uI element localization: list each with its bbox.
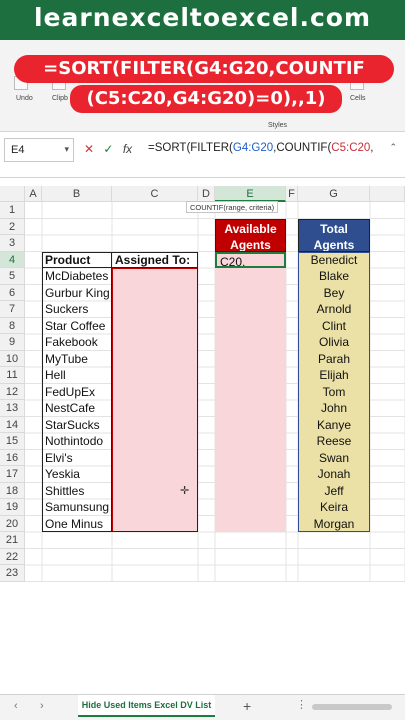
fx-icon[interactable]: fx [123, 142, 132, 156]
row-header-22[interactable]: 22 [0, 548, 25, 565]
cancel-icon[interactable]: ✕ [84, 142, 94, 156]
row-header-23[interactable]: 23 [0, 565, 25, 582]
ribbon-styles-label: Styles [268, 122, 288, 129]
add-sheet-button[interactable]: + [243, 698, 251, 714]
row-header-1[interactable]: 1 [0, 202, 25, 219]
row-header-3[interactable]: 3 [0, 235, 25, 252]
formula-actions: ✕ ✓ fx [84, 142, 132, 156]
row-header-4[interactable]: 4 [0, 251, 25, 268]
formula-bar: E4 ▾ ✕ ✓ fx =SORT(FILTER(G4:G20,COUNTIF(… [0, 134, 405, 178]
agent-cell[interactable]: Arnold [298, 301, 370, 318]
product-cell[interactable]: NestCafe [45, 400, 111, 417]
horizontal-scrollbar[interactable] [312, 704, 392, 710]
row-header-10[interactable]: 10 [0, 350, 25, 367]
select-all-corner[interactable] [0, 186, 25, 202]
agent-cell[interactable]: Blake [298, 268, 370, 285]
ribbon-cells-label: Cells [350, 95, 366, 102]
agent-cell[interactable]: Clint [298, 318, 370, 335]
product-header: Product [45, 252, 91, 267]
row-header-16[interactable]: 16 [0, 449, 25, 466]
assigned-to-header: Assigned To: [115, 252, 191, 267]
row-header-2[interactable]: 2 [0, 218, 25, 235]
formula-caption-line2: (C5:C20,G4:G20)=0),,1) [70, 85, 342, 113]
product-cell[interactable]: Suckers [45, 301, 111, 318]
product-cell[interactable]: Elvi's [45, 450, 111, 467]
ribbon-clipboard-label: Clipb [52, 95, 68, 102]
row-header-20[interactable]: 20 [0, 515, 25, 532]
row-header-17[interactable]: 17 [0, 466, 25, 483]
agent-cell[interactable]: Elijah [298, 367, 370, 384]
agent-cell[interactable]: Keira [298, 499, 370, 516]
more-options-icon[interactable]: ⋮ [296, 698, 307, 711]
row-header-13[interactable]: 13 [0, 400, 25, 417]
name-box[interactable]: E4 ▾ [4, 138, 74, 162]
row-header-12[interactable]: 12 [0, 383, 25, 400]
formula-input[interactable]: =SORT(FILTER(G4:G20,COUNTIF(C5:C20, [148, 142, 374, 154]
product-cell[interactable]: StarSucks [45, 417, 111, 434]
product-cell[interactable]: Gurbur King [45, 285, 111, 302]
sheet-tab-bar: ‹ › Hide Used Items Excel DV List + ⋮ [0, 694, 405, 720]
cell-cursor-icon: ✛ [180, 484, 190, 497]
column-header-b[interactable]: B [42, 186, 112, 202]
column-header-f[interactable]: F [286, 186, 298, 202]
row-header-8[interactable]: 8 [0, 317, 25, 334]
active-cell-e4[interactable]: C20, [215, 251, 286, 268]
product-cell[interactable]: Star Coffee [45, 318, 111, 335]
banner-text: learnexceltoexcel.com [33, 3, 372, 32]
product-cell[interactable]: MyTube [45, 351, 111, 368]
agent-cell[interactable]: Morgan [298, 516, 370, 533]
row-header-19[interactable]: 19 [0, 499, 25, 516]
agent-cell[interactable]: Parah [298, 351, 370, 368]
function-tooltip: COUNTIF(range, criteria) [186, 201, 279, 213]
product-cell[interactable]: Fakebook [45, 334, 111, 351]
agent-cell[interactable]: Bey [298, 285, 370, 302]
column-header-filler [370, 186, 405, 202]
row-header-15[interactable]: 15 [0, 433, 25, 450]
product-cell[interactable]: Hell [45, 367, 111, 384]
row-header-6[interactable]: 6 [0, 284, 25, 301]
next-sheet-icon[interactable]: › [40, 700, 44, 712]
agent-cell[interactable]: Jonah [298, 466, 370, 483]
available-agents-header[interactable]: Available Agents [215, 218, 286, 252]
column-header-e[interactable]: E [215, 186, 286, 202]
product-cell[interactable]: Yeskia [45, 466, 111, 483]
row-header-18[interactable]: 18 [0, 482, 25, 499]
agent-cell[interactable]: Reese [298, 433, 370, 450]
row-header-9[interactable]: 9 [0, 334, 25, 351]
site-banner: learnexceltoexcel.com [0, 0, 405, 40]
agent-cell[interactable]: Olivia [298, 334, 370, 351]
product-cell[interactable]: FedUpEx [45, 384, 111, 401]
expand-formula-bar-icon[interactable]: ⌃ [389, 142, 397, 153]
product-cell[interactable]: Nothintodo [45, 433, 111, 450]
row-header-11[interactable]: 11 [0, 367, 25, 384]
row-header-21[interactable]: 21 [0, 532, 25, 549]
agent-cell[interactable]: Benedict [298, 252, 370, 269]
row-header-14[interactable]: 14 [0, 416, 25, 433]
confirm-icon[interactable]: ✓ [103, 142, 113, 156]
agent-cell[interactable]: Swan [298, 450, 370, 467]
product-cell[interactable]: Shittles [45, 483, 111, 500]
ribbon-undo-label: Undo [16, 95, 33, 102]
column-header-d[interactable]: D [198, 186, 215, 202]
row-header-7[interactable]: 7 [0, 301, 25, 318]
column-header-g[interactable]: G [298, 186, 370, 202]
formula-caption-line1: =SORT(FILTER(G4:G20,COUNTIF [14, 55, 394, 83]
agent-cell[interactable]: John [298, 400, 370, 417]
sheet-tab-active[interactable]: Hide Used Items Excel DV List [78, 695, 215, 717]
row-header-5[interactable]: 5 [0, 268, 25, 285]
total-agents-header[interactable]: Total Agents [298, 218, 370, 252]
agent-cell[interactable]: Tom [298, 384, 370, 401]
chevron-down-icon[interactable]: ▾ [64, 144, 69, 155]
agent-cell[interactable]: Jeff [298, 483, 370, 500]
product-cell[interactable]: McDiabetes [45, 268, 111, 285]
prev-sheet-icon[interactable]: ‹ [14, 700, 18, 712]
column-header-c[interactable]: C [112, 186, 198, 202]
column-header-a[interactable]: A [25, 186, 42, 202]
agent-cell[interactable]: Kanye [298, 417, 370, 434]
product-cell[interactable]: Samunsung [45, 499, 111, 516]
product-cell[interactable]: One Minus [45, 516, 111, 533]
available-range[interactable] [215, 251, 286, 532]
